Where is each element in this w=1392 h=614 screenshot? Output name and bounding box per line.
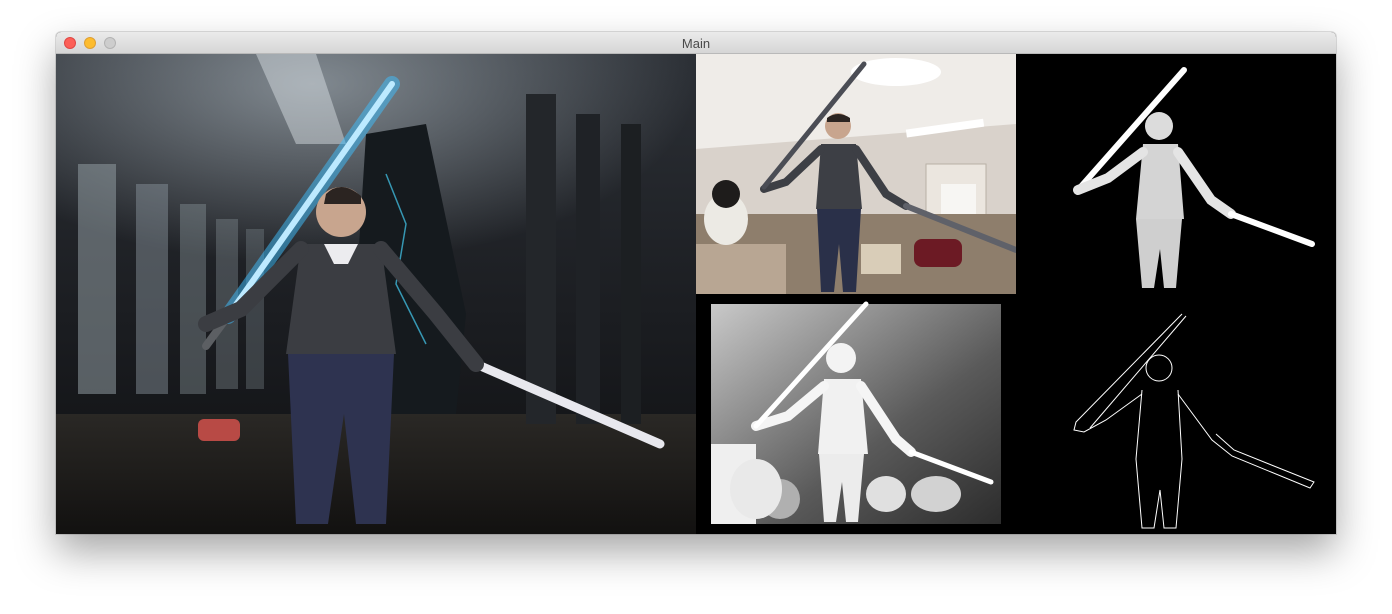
composite-view [56, 54, 696, 534]
camera-view [696, 54, 1016, 294]
title-bar[interactable]: Main [56, 32, 1336, 54]
window-content [56, 54, 1336, 534]
main-window: Main [56, 32, 1336, 534]
depth-view [696, 294, 1016, 534]
window-title: Main [681, 36, 711, 51]
mask-view [1016, 54, 1336, 294]
contour-view [1016, 294, 1336, 534]
